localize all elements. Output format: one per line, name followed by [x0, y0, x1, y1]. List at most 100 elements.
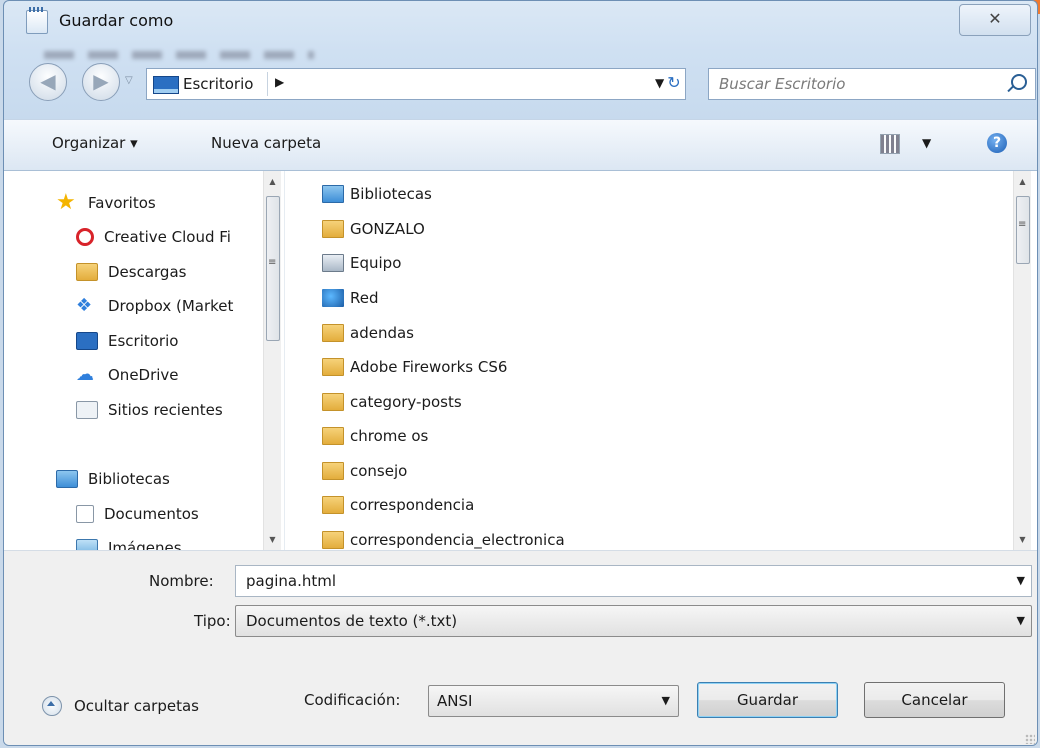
downloads-icon — [76, 263, 98, 281]
file-name-input[interactable]: pagina.html ▼ — [235, 565, 1032, 597]
view-options-icon[interactable] — [880, 134, 900, 154]
encoding-label: Codificación: — [304, 691, 401, 709]
nav-item-escritorio[interactable]: Escritorio — [76, 328, 178, 354]
nav-item-favoritos[interactable]: ★ Favoritos — [56, 190, 156, 216]
folder-icon — [322, 393, 344, 411]
nav-item-label: Bibliotecas — [88, 470, 170, 488]
nav-item-label: Dropbox (Market — [108, 297, 234, 315]
address-divider — [267, 72, 268, 96]
file-name-label: Nombre: — [149, 572, 214, 590]
scroll-up-arrow[interactable]: ▲ — [264, 173, 281, 190]
desktop-icon — [76, 332, 98, 350]
address-chevron-icon[interactable]: ▶ — [275, 75, 284, 89]
file-item-gonzalo[interactable]: GONZALO — [322, 216, 425, 242]
folder-icon — [322, 324, 344, 342]
view-dropdown-icon[interactable]: ▼ — [922, 136, 931, 150]
command-toolbar: Organizar ▾ Nueva carpeta ▼ ? — [4, 119, 1037, 171]
collapse-icon — [42, 696, 62, 716]
chevron-down-icon[interactable]: ▼ — [1017, 614, 1025, 627]
refresh-button[interactable]: ↻ — [656, 67, 692, 99]
scroll-down-arrow[interactable]: ▼ — [1014, 531, 1031, 548]
computer-icon — [322, 254, 344, 272]
address-location[interactable]: Escritorio — [183, 75, 253, 93]
dialog-title: Guardar como — [59, 11, 174, 30]
scroll-thumb[interactable] — [266, 196, 280, 341]
chevron-down-icon[interactable]: ▼ — [662, 694, 670, 707]
nav-item-imagenes[interactable]: Imágenes — [76, 535, 182, 550]
file-list-scrollbar[interactable]: ▲ ▼ — [1013, 171, 1031, 550]
file-name-value: pagina.html — [246, 572, 337, 590]
libraries-icon — [56, 470, 78, 488]
hide-folders-toggle[interactable]: Ocultar carpetas — [42, 696, 199, 716]
file-type-select[interactable]: Documentos de texto (*.txt) ▼ — [235, 605, 1032, 637]
star-icon: ★ — [56, 190, 76, 215]
folder-icon — [322, 531, 344, 549]
file-item-adendas[interactable]: adendas — [322, 320, 414, 346]
file-item-equipo[interactable]: Equipo — [322, 250, 401, 276]
nav-item-creative-cloud[interactable]: Creative Cloud Fi — [76, 224, 231, 250]
save-as-dialog: Guardar como ✕ ◀ ▶ ▽ Escritorio ▶ ▼ ↻ Bu… — [3, 0, 1038, 746]
nav-item-onedrive[interactable]: ☁ OneDrive — [76, 362, 179, 388]
forward-button[interactable]: ▶ — [82, 63, 120, 101]
nav-item-label: OneDrive — [108, 366, 179, 384]
help-icon[interactable]: ? — [987, 133, 1007, 153]
file-item-label: category-posts — [350, 393, 462, 411]
nav-item-label: Creative Cloud Fi — [104, 228, 231, 246]
file-type-value: Documentos de texto (*.txt) — [246, 612, 458, 630]
file-item-category-posts[interactable]: category-posts — [322, 389, 462, 415]
browser-area: ★ Favoritos Creative Cloud Fi Descargas … — [4, 171, 1037, 550]
file-item-label: adendas — [350, 324, 414, 342]
address-bar[interactable]: Escritorio ▶ ▼ — [146, 68, 686, 100]
file-item-label: correspondencia — [350, 496, 475, 514]
chevron-down-icon[interactable]: ▼ — [1017, 574, 1025, 587]
save-form: Nombre: pagina.html ▼ Tipo: Documentos d… — [4, 550, 1037, 745]
file-item-bibliotecas[interactable]: Bibliotecas — [322, 181, 432, 207]
recent-locations-dropdown[interactable]: ▽ — [125, 75, 133, 86]
hide-folders-label: Ocultar carpetas — [74, 697, 199, 715]
scroll-down-arrow[interactable]: ▼ — [264, 531, 281, 548]
scroll-thumb[interactable] — [1016, 196, 1030, 264]
recent-places-icon — [76, 401, 98, 419]
nav-item-label: Imágenes — [108, 539, 182, 550]
creative-cloud-icon — [76, 228, 94, 246]
pictures-icon — [76, 539, 98, 550]
file-item-adobe-fireworks[interactable]: Adobe Fireworks CS6 — [322, 354, 507, 380]
documents-icon — [76, 505, 94, 523]
file-item-consejo[interactable]: consejo — [322, 458, 407, 484]
organize-button[interactable]: Organizar ▾ — [52, 134, 138, 152]
onedrive-icon: ☁ — [76, 364, 94, 385]
search-placeholder: Buscar Escritorio — [719, 75, 846, 93]
dropbox-icon: ❖ — [76, 295, 93, 316]
file-item-label: correspondencia_electronica — [350, 531, 565, 549]
file-item-label: GONZALO — [350, 220, 425, 238]
nav-item-dropbox[interactable]: ❖ Dropbox (Market — [76, 293, 233, 319]
nav-item-label: Escritorio — [108, 332, 179, 350]
new-folder-button[interactable]: Nueva carpeta — [211, 134, 321, 152]
file-item-label: Bibliotecas — [350, 185, 432, 203]
pane-splitter[interactable] — [284, 171, 293, 550]
resize-grip[interactable] — [1025, 734, 1035, 744]
file-item-label: consejo — [350, 462, 408, 480]
nav-item-documentos[interactable]: Documentos — [76, 501, 199, 527]
nav-item-sitios-recientes[interactable]: Sitios recientes — [76, 397, 223, 423]
cancel-button[interactable]: Cancelar — [864, 682, 1005, 718]
file-item-label: Red — [350, 289, 379, 307]
file-item-chrome-os[interactable]: chrome os — [322, 423, 428, 449]
file-item-correspondencia[interactable]: correspondencia — [322, 492, 474, 518]
nav-item-descargas[interactable]: Descargas — [76, 259, 186, 285]
close-button[interactable]: ✕ — [959, 4, 1031, 36]
folder-icon — [322, 496, 344, 514]
navigation-pane: ★ Favoritos Creative Cloud Fi Descargas … — [4, 171, 284, 550]
scroll-up-arrow[interactable]: ▲ — [1014, 173, 1031, 190]
save-button[interactable]: Guardar — [697, 682, 838, 718]
search-icon[interactable] — [1011, 74, 1027, 90]
nav-item-bibliotecas[interactable]: Bibliotecas — [56, 466, 170, 492]
file-item-label: Equipo — [350, 254, 402, 272]
file-item-red[interactable]: Red — [322, 285, 379, 311]
search-input[interactable]: Buscar Escritorio — [708, 68, 1036, 100]
faded-breadcrumb — [44, 51, 314, 59]
back-button[interactable]: ◀ — [29, 63, 67, 101]
encoding-select[interactable]: ANSI ▼ — [428, 685, 679, 717]
file-item-label: Adobe Fireworks CS6 — [350, 358, 508, 376]
nav-pane-scrollbar[interactable]: ▲ ▼ — [263, 171, 281, 550]
